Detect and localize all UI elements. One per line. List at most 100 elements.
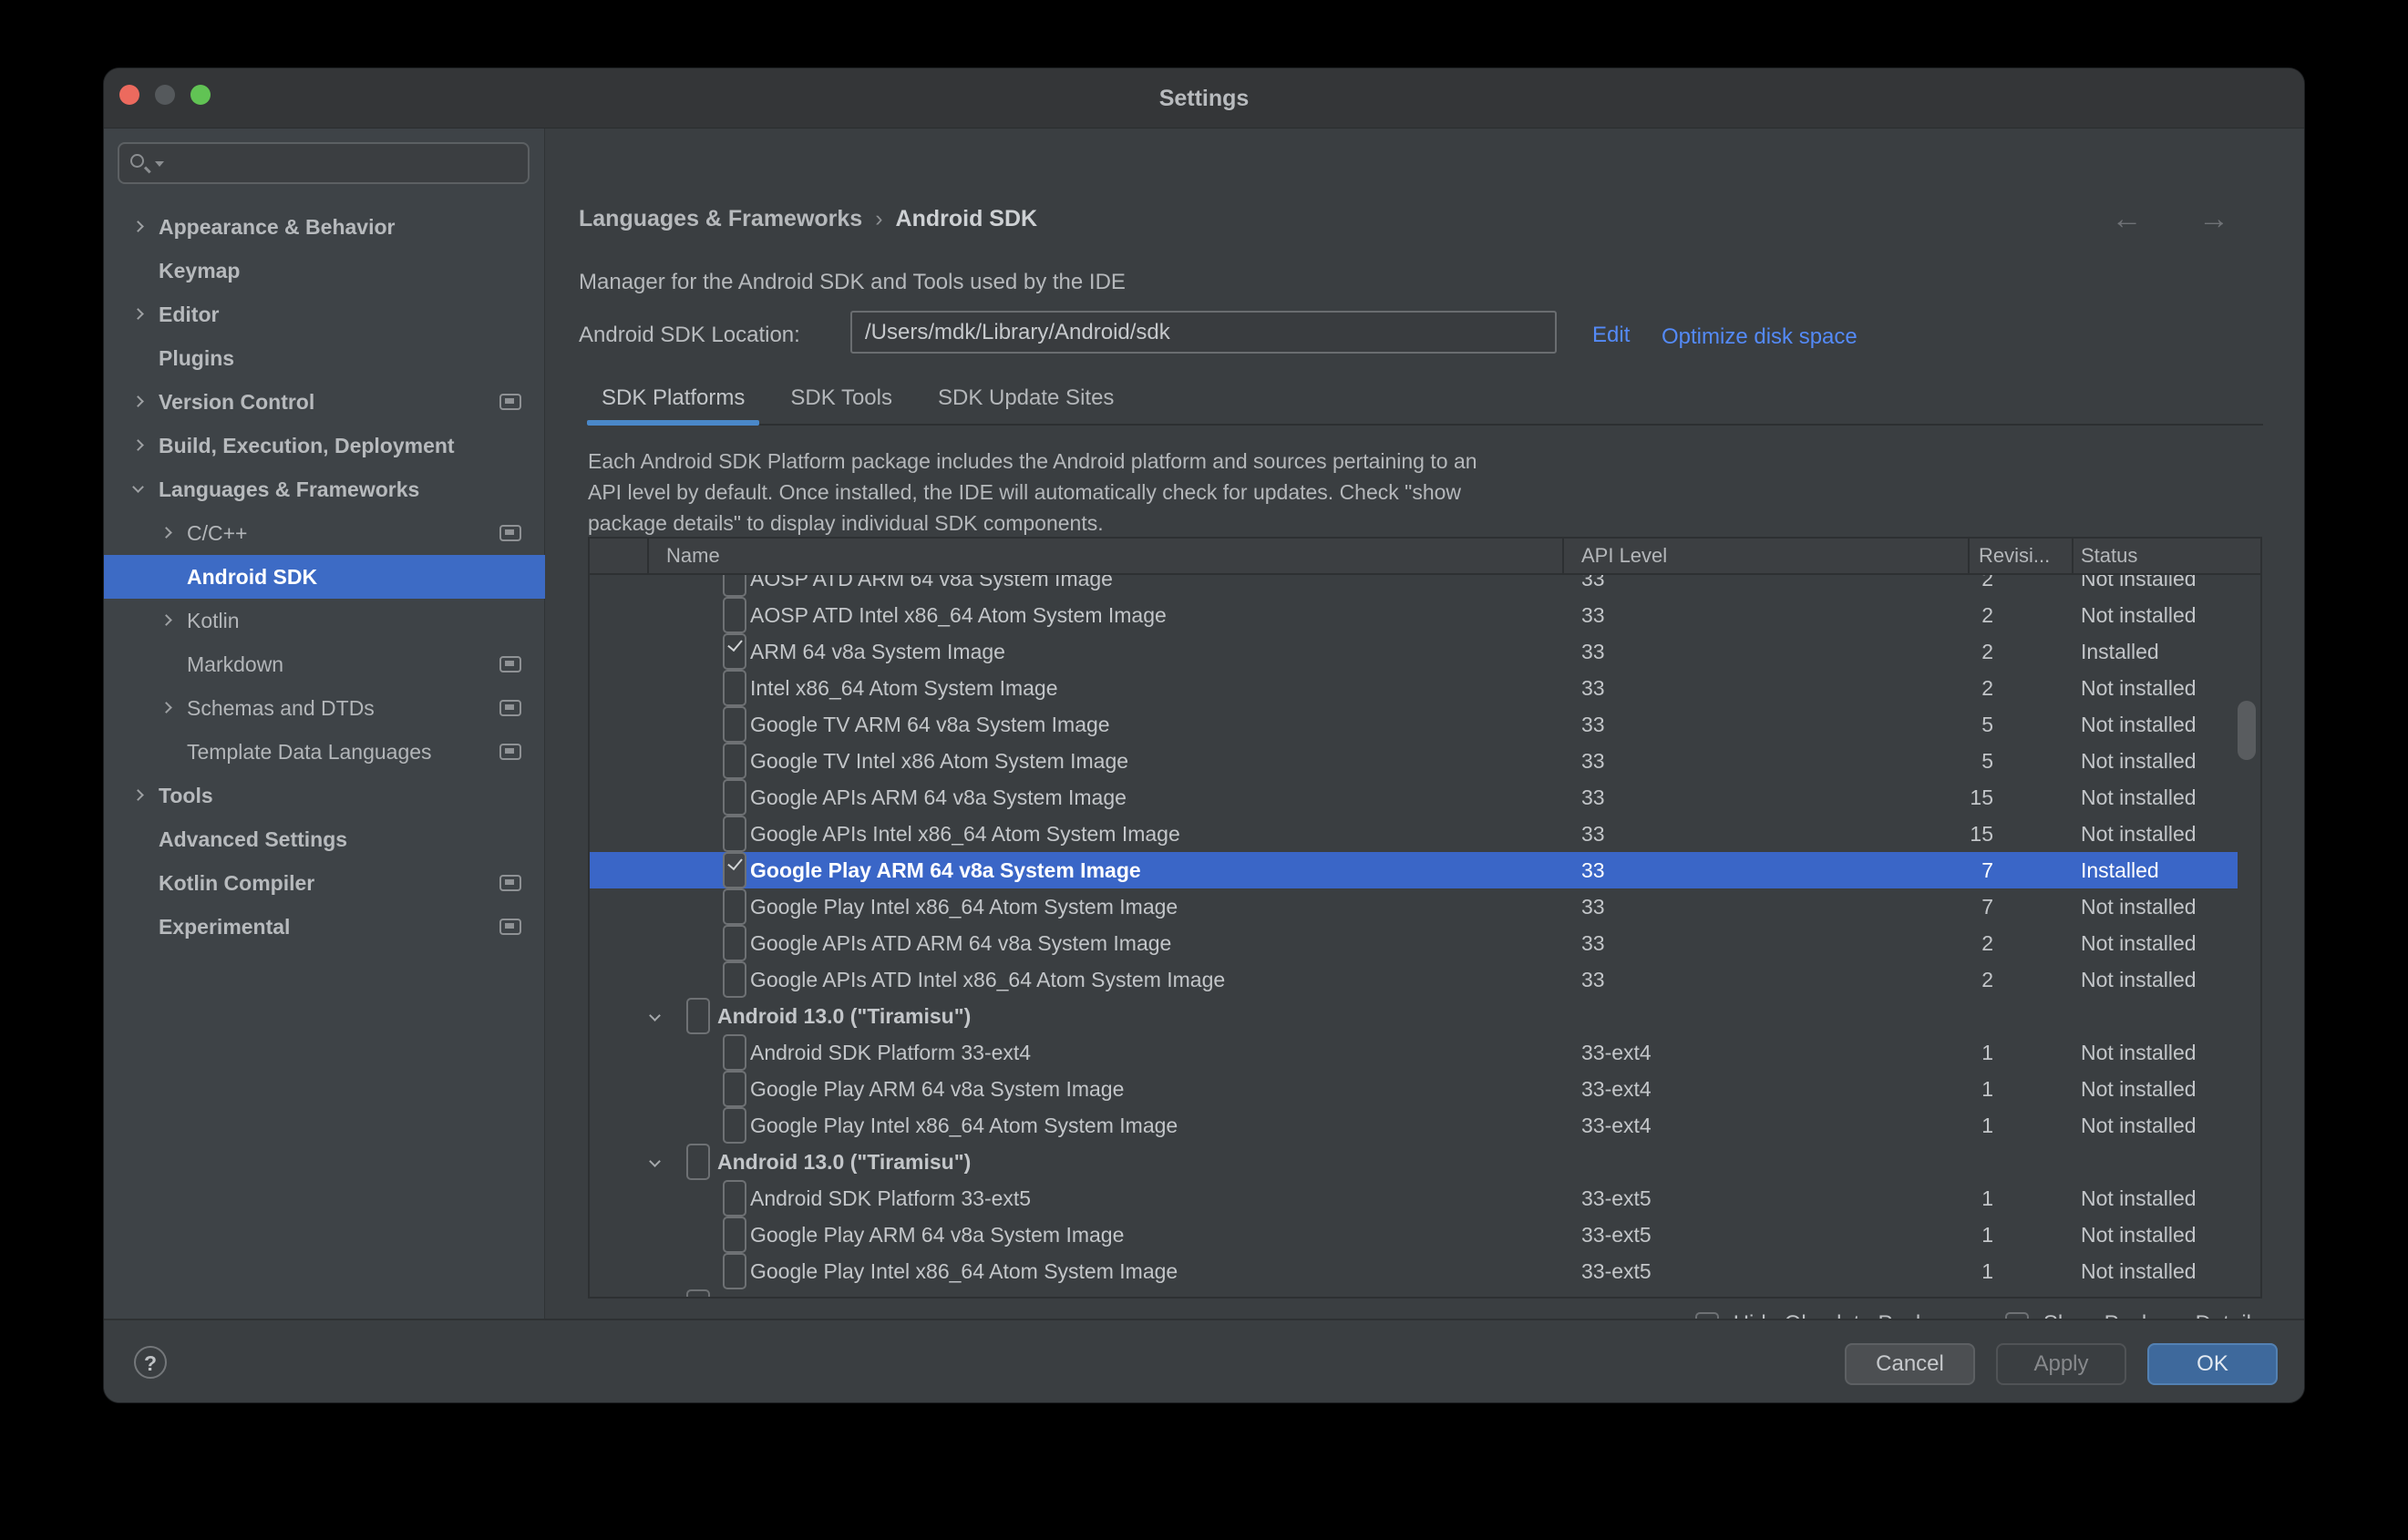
sidebar-item-template-data-languages[interactable]: Template Data Languages [104,730,545,774]
table-row-google-tv-intel-x86-atom-system-image[interactable]: Google TV Intel x86 Atom System Image335… [590,743,2238,779]
cell-name: Google APIs ATD Intel x86_64 Atom System… [750,961,1225,998]
chevron-right-icon[interactable] [132,221,144,232]
table-row-android-sdk-platform-33-ext5[interactable]: Android SDK Platform 33-ext533-ext51Not … [590,1180,2238,1217]
table-row-android-13-0-tiramisu[interactable]: Android 13.0 ("Tiramisu") [590,998,2238,1034]
header-separator [1968,539,1970,573]
history-nav-arrows[interactable]: ← → [2112,201,2253,237]
column-header-revision[interactable]: Revisi... [1979,539,2050,575]
settings-search-field[interactable] [118,142,530,184]
cell-rev: 15 [1957,816,1993,852]
chevron-right-icon[interactable] [160,527,172,539]
sdk-location-input[interactable] [850,311,1557,354]
package-checkbox[interactable] [723,1107,746,1144]
package-checkbox[interactable] [723,1217,746,1253]
help-button[interactable]: ? [134,1346,167,1379]
table-row-google-play-intel-x86-64-atom-system-image[interactable]: Google Play Intel x86_64 Atom System Ima… [590,1253,2238,1289]
ok-button[interactable]: OK [2147,1343,2278,1385]
table-row-google-apis-atd-intel-x86-64-atom-system-image[interactable]: Google APIs ATD Intel x86_64 Atom System… [590,961,2238,998]
package-checkbox[interactable] [686,1144,710,1180]
chevron-down-icon[interactable] [132,481,144,493]
table-row-google-play-arm-64-v8a-system-image[interactable]: Google Play ARM 64 v8a System Image33-ex… [590,1071,2238,1107]
sidebar-item-c-c[interactable]: C/C++ [104,511,545,555]
chevron-right-icon[interactable] [160,614,172,626]
table-row-aosp-atd-intel-x86-64-atom-system-image[interactable]: AOSP ATD Intel x86_64 Atom System Image3… [590,597,2238,633]
search-input[interactable] [169,146,515,180]
table-row-google-play-arm-64-v8a-system-image[interactable]: Google Play ARM 64 v8a System Image33-ex… [590,1217,2238,1253]
package-checkbox[interactable] [723,597,746,633]
table-row-google-apis-atd-arm-64-v8a-system-image[interactable]: Google APIs ATD ARM 64 v8a System Image3… [590,925,2238,961]
package-checkbox[interactable] [723,1071,746,1107]
table-row-intel-x86-64-atom-system-image[interactable]: Intel x86_64 Atom System Image332Not ins… [590,670,2238,706]
sidebar-item-appearance-behavior[interactable]: Appearance & Behavior [104,205,545,249]
cell-status: Not installed [2081,670,2197,706]
column-header-status[interactable]: Status [2081,539,2137,575]
column-header-api-level[interactable]: API Level [1581,539,1667,575]
search-history-chevron-icon[interactable] [155,161,164,167]
sidebar-item-keymap[interactable]: Keymap [104,249,545,293]
table-row-google-play-intel-x86-64-atom-system-image[interactable]: Google Play Intel x86_64 Atom System Ima… [590,1107,2238,1144]
sidebar-item-plugins[interactable]: Plugins [104,336,545,380]
cell-name: Android 13.0 ("Tiramisu") [717,998,971,1034]
package-checkbox[interactable] [723,888,746,925]
table-row-google-play-arm-64-v8a-system-image[interactable]: Google Play ARM 64 v8a System Image337In… [590,852,2238,888]
package-checkbox[interactable] [686,1289,710,1297]
table-row-google-apis-intel-x86-64-atom-system-image[interactable]: Google APIs Intel x86_64 Atom System Ima… [590,816,2238,852]
sidebar-item-android-sdk[interactable]: Android SDK [104,555,545,599]
sidebar-item-version-control[interactable]: Version Control [104,380,545,424]
sidebar-item-experimental[interactable]: Experimental [104,905,545,949]
sidebar-item-languages-frameworks[interactable]: Languages & Frameworks [104,467,545,511]
sidebar-item-advanced-settings[interactable]: Advanced Settings [104,817,545,861]
package-checkbox[interactable] [723,779,746,816]
tab-sdk-tools[interactable]: SDK Tools [776,375,907,424]
package-checkbox[interactable] [723,852,746,888]
package-checkbox[interactable] [723,1034,746,1071]
package-checkbox[interactable] [723,706,746,743]
scrollbar-thumb[interactable] [2238,701,2256,760]
table-row-row[interactable] [590,1289,2238,1297]
package-checkbox[interactable] [723,816,746,852]
optimize-disk-space-link[interactable]: Optimize disk space [1662,323,1857,352]
package-checkbox[interactable] [723,1180,746,1217]
cell-api: 33 [1581,597,1605,633]
table-row-arm-64-v8a-system-image[interactable]: ARM 64 v8a System Image332Installed [590,633,2238,670]
table-row-android-sdk-platform-33-ext4[interactable]: Android SDK Platform 33-ext433-ext41Not … [590,1034,2238,1071]
chevron-right-icon[interactable] [132,789,144,801]
package-checkbox[interactable] [723,743,746,779]
column-header-name[interactable]: Name [666,539,720,575]
cell-name: Google Play ARM 64 v8a System Image [750,1071,1124,1107]
cell-status: Not installed [2081,743,2197,779]
package-checkbox[interactable] [686,998,710,1034]
package-checkbox[interactable] [723,575,746,597]
package-checkbox[interactable] [723,961,746,998]
chevron-down-icon[interactable] [649,1155,661,1167]
chevron-right-icon[interactable] [132,308,144,320]
package-checkbox[interactable] [723,1253,746,1289]
package-checkbox[interactable] [723,633,746,670]
sidebar-item-markdown[interactable]: Markdown [104,642,545,686]
table-row-aosp-atd-arm-64-v8a-system-image[interactable]: AOSP ATD ARM 64 v8a System Image332Not i… [590,575,2238,597]
sidebar-item-kotlin-compiler[interactable]: Kotlin Compiler [104,861,545,905]
cancel-button[interactable]: Cancel [1845,1343,1975,1385]
tab-sdk-update-sites[interactable]: SDK Update Sites [923,375,1128,424]
tab-sdk-platforms[interactable]: SDK Platforms [587,375,759,424]
chevron-right-icon[interactable] [132,395,144,407]
chevron-right-icon[interactable] [132,439,144,451]
package-checkbox[interactable] [723,925,746,961]
chevron-right-icon[interactable] [160,702,172,714]
edit-link[interactable]: Edit [1592,323,1630,348]
table-row-google-play-intel-x86-64-atom-system-image[interactable]: Google Play Intel x86_64 Atom System Ima… [590,888,2238,925]
table-row-google-apis-arm-64-v8a-system-image[interactable]: Google APIs ARM 64 v8a System Image3315N… [590,779,2238,816]
sidebar-item-schemas-and-dtds[interactable]: Schemas and DTDs [104,686,545,730]
sidebar-item-tools[interactable]: Tools [104,774,545,817]
table-row-google-tv-arm-64-v8a-system-image[interactable]: Google TV ARM 64 v8a System Image335Not … [590,706,2238,743]
package-checkbox[interactable] [723,670,746,706]
sidebar-item-kotlin[interactable]: Kotlin [104,599,545,642]
cell-name: Google Play Intel x86_64 Atom System Ima… [750,1253,1178,1289]
chevron-down-icon[interactable] [649,1010,661,1022]
apply-button[interactable]: Apply [1996,1343,2126,1385]
table-row-android-13-0-tiramisu[interactable]: Android 13.0 ("Tiramisu") [590,1144,2238,1180]
breadcrumb-parent[interactable]: Languages & Frameworks [579,206,862,231]
sidebar-item-build-execution-deployment[interactable]: Build, Execution, Deployment [104,424,545,467]
cell-api: 33-ext5 [1581,1180,1652,1217]
sidebar-item-editor[interactable]: Editor [104,293,545,336]
